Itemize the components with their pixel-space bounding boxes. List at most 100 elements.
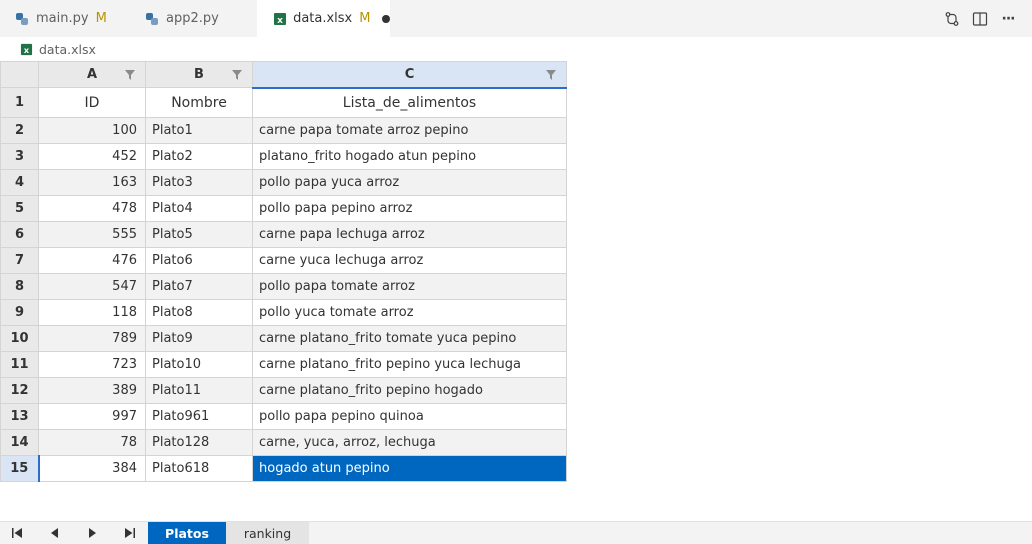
cell-nombre[interactable]: Plato618 [145, 455, 253, 482]
table-row: 15 384 Plato618 hogado atun pepino [0, 455, 567, 482]
last-sheet-icon[interactable] [115, 522, 145, 544]
column-label: C [404, 66, 415, 82]
cell-lista[interactable]: carne yuca lechuga arroz [252, 247, 567, 274]
table-row: 6 555 Plato5 carne papa lechuga arroz [0, 221, 567, 248]
cell-id[interactable]: 78 [38, 429, 146, 456]
cell-id[interactable]: 389 [38, 377, 146, 404]
cell-lista[interactable]: pollo papa pepino arroz [252, 195, 567, 222]
unsaved-dot-icon[interactable] [382, 14, 390, 23]
tab-label: data.xlsx [293, 11, 353, 26]
table-row: 2 100 Plato1 carne papa tomate arroz pep… [0, 117, 567, 144]
row-header[interactable]: 1 [0, 87, 39, 118]
row-header[interactable]: 5 [0, 195, 39, 222]
cell-nombre[interactable]: Plato6 [145, 247, 253, 274]
cell-b1[interactable]: Nombre [145, 87, 253, 118]
row-header[interactable]: 6 [0, 221, 39, 248]
cell-id[interactable]: 118 [38, 299, 146, 326]
cell-nombre[interactable]: Plato10 [145, 351, 253, 378]
row-header[interactable]: 13 [0, 403, 39, 430]
svg-text:x: x [24, 45, 30, 55]
row-header[interactable]: 4 [0, 169, 39, 196]
cell-nombre[interactable]: Plato9 [145, 325, 253, 352]
cell-id[interactable]: 723 [38, 351, 146, 378]
row-header[interactable]: 8 [0, 273, 39, 300]
cell-id[interactable]: 547 [38, 273, 146, 300]
cell-lista[interactable]: pollo papa pepino quinoa [252, 403, 567, 430]
cell-nombre[interactable]: Plato8 [145, 299, 253, 326]
row-header[interactable]: 3 [0, 143, 39, 170]
row-header[interactable]: 14 [0, 429, 39, 456]
cell-id[interactable]: 100 [38, 117, 146, 144]
tab-data-xlsx[interactable]: x data.xlsx M [257, 0, 390, 37]
cell-id[interactable]: 384 [38, 455, 146, 482]
previous-sheet-icon[interactable] [40, 522, 70, 544]
more-actions-icon[interactable]: ··· [994, 5, 1022, 33]
row-header[interactable]: 10 [0, 325, 39, 352]
cell-id[interactable]: 789 [38, 325, 146, 352]
sheet-bar: Platos ranking [0, 521, 1032, 544]
table-row: 5 478 Plato4 pollo papa pepino arroz [0, 195, 567, 222]
cell-id[interactable]: 452 [38, 143, 146, 170]
cell-id[interactable]: 163 [38, 169, 146, 196]
first-sheet-icon[interactable] [2, 522, 32, 544]
cell-c1[interactable]: Lista_de_alimentos [252, 87, 567, 118]
row-header[interactable]: 15 [0, 455, 40, 482]
sheet-tab-ranking[interactable]: ranking [226, 522, 309, 544]
modified-badge: M [359, 11, 371, 26]
cell-nombre[interactable]: Plato961 [145, 403, 253, 430]
table-row: 3 452 Plato2 platano_frito hogado atun p… [0, 143, 567, 170]
cell-nombre[interactable]: Plato7 [145, 273, 253, 300]
cell-a1[interactable]: ID [38, 87, 146, 118]
sheet-tab-platos[interactable]: Platos [148, 522, 226, 544]
cell-id[interactable]: 555 [38, 221, 146, 248]
cell-id[interactable]: 476 [38, 247, 146, 274]
table-row: 12 389 Plato11 carne platano_frito pepin… [0, 377, 567, 404]
cell-nombre[interactable]: Plato2 [145, 143, 253, 170]
row-header[interactable]: 12 [0, 377, 39, 404]
cell-lista[interactable]: pollo papa tomate arroz [252, 273, 567, 300]
excel-icon: x [20, 43, 33, 56]
column-header-c[interactable]: C [252, 61, 567, 89]
cell-lista[interactable]: pollo papa yuca arroz [252, 169, 567, 196]
cell-nombre[interactable]: Plato4 [145, 195, 253, 222]
cell-nombre[interactable]: Plato5 [145, 221, 253, 248]
column-header-a[interactable]: A [38, 61, 146, 88]
cell-lista[interactable]: platano_frito hogado atun pepino [252, 143, 567, 170]
cell-nombre[interactable]: Plato128 [145, 429, 253, 456]
row-header[interactable]: 9 [0, 299, 39, 326]
cell-lista[interactable]: carne papa tomate arroz pepino [252, 117, 567, 144]
breadcrumb-file[interactable]: data.xlsx [39, 42, 96, 57]
svg-text:x: x [277, 16, 283, 26]
column-label: B [194, 67, 204, 82]
row-header[interactable]: 11 [0, 351, 39, 378]
cell-id[interactable]: 997 [38, 403, 146, 430]
split-editor-icon[interactable] [966, 5, 994, 33]
column-header-b[interactable]: B [145, 61, 253, 88]
tab-label: app2.py [166, 11, 219, 26]
cell-nombre[interactable]: Plato3 [145, 169, 253, 196]
cell-nombre[interactable]: Plato11 [145, 377, 253, 404]
select-all-corner[interactable] [0, 61, 39, 88]
table-row: 13 997 Plato961 pollo papa pepino quinoa [0, 403, 567, 430]
cell-lista[interactable]: carne papa lechuga arroz [252, 221, 567, 248]
filter-icon[interactable] [125, 70, 135, 80]
cell-lista[interactable]: pollo yuca tomate arroz [252, 299, 567, 326]
cell-lista[interactable]: carne platano_frito pepino yuca lechuga [252, 351, 567, 378]
cell-nombre[interactable]: Plato1 [145, 117, 253, 144]
tab-main-py[interactable]: main.py M [0, 0, 128, 37]
table-row: 9 118 Plato8 pollo yuca tomate arroz [0, 299, 567, 326]
filter-icon[interactable] [546, 70, 556, 80]
filter-icon[interactable] [232, 70, 242, 80]
row-header[interactable]: 2 [0, 117, 39, 144]
cell-lista[interactable]: carne platano_frito tomate yuca pepino [252, 325, 567, 352]
compare-changes-icon[interactable] [938, 5, 966, 33]
row-header[interactable]: 7 [0, 247, 39, 274]
cell-lista[interactable]: carne, yuca, arroz, lechuga [252, 429, 567, 456]
table-row: 7 476 Plato6 carne yuca lechuga arroz [0, 247, 567, 274]
selected-cell[interactable]: hogado atun pepino [252, 455, 567, 482]
table-row: 11 723 Plato10 carne platano_frito pepin… [0, 351, 567, 378]
cell-lista[interactable]: carne platano_frito pepino hogado [252, 377, 567, 404]
next-sheet-icon[interactable] [77, 522, 107, 544]
cell-id[interactable]: 478 [38, 195, 146, 222]
tab-app2-py[interactable]: app2.py [128, 0, 257, 37]
